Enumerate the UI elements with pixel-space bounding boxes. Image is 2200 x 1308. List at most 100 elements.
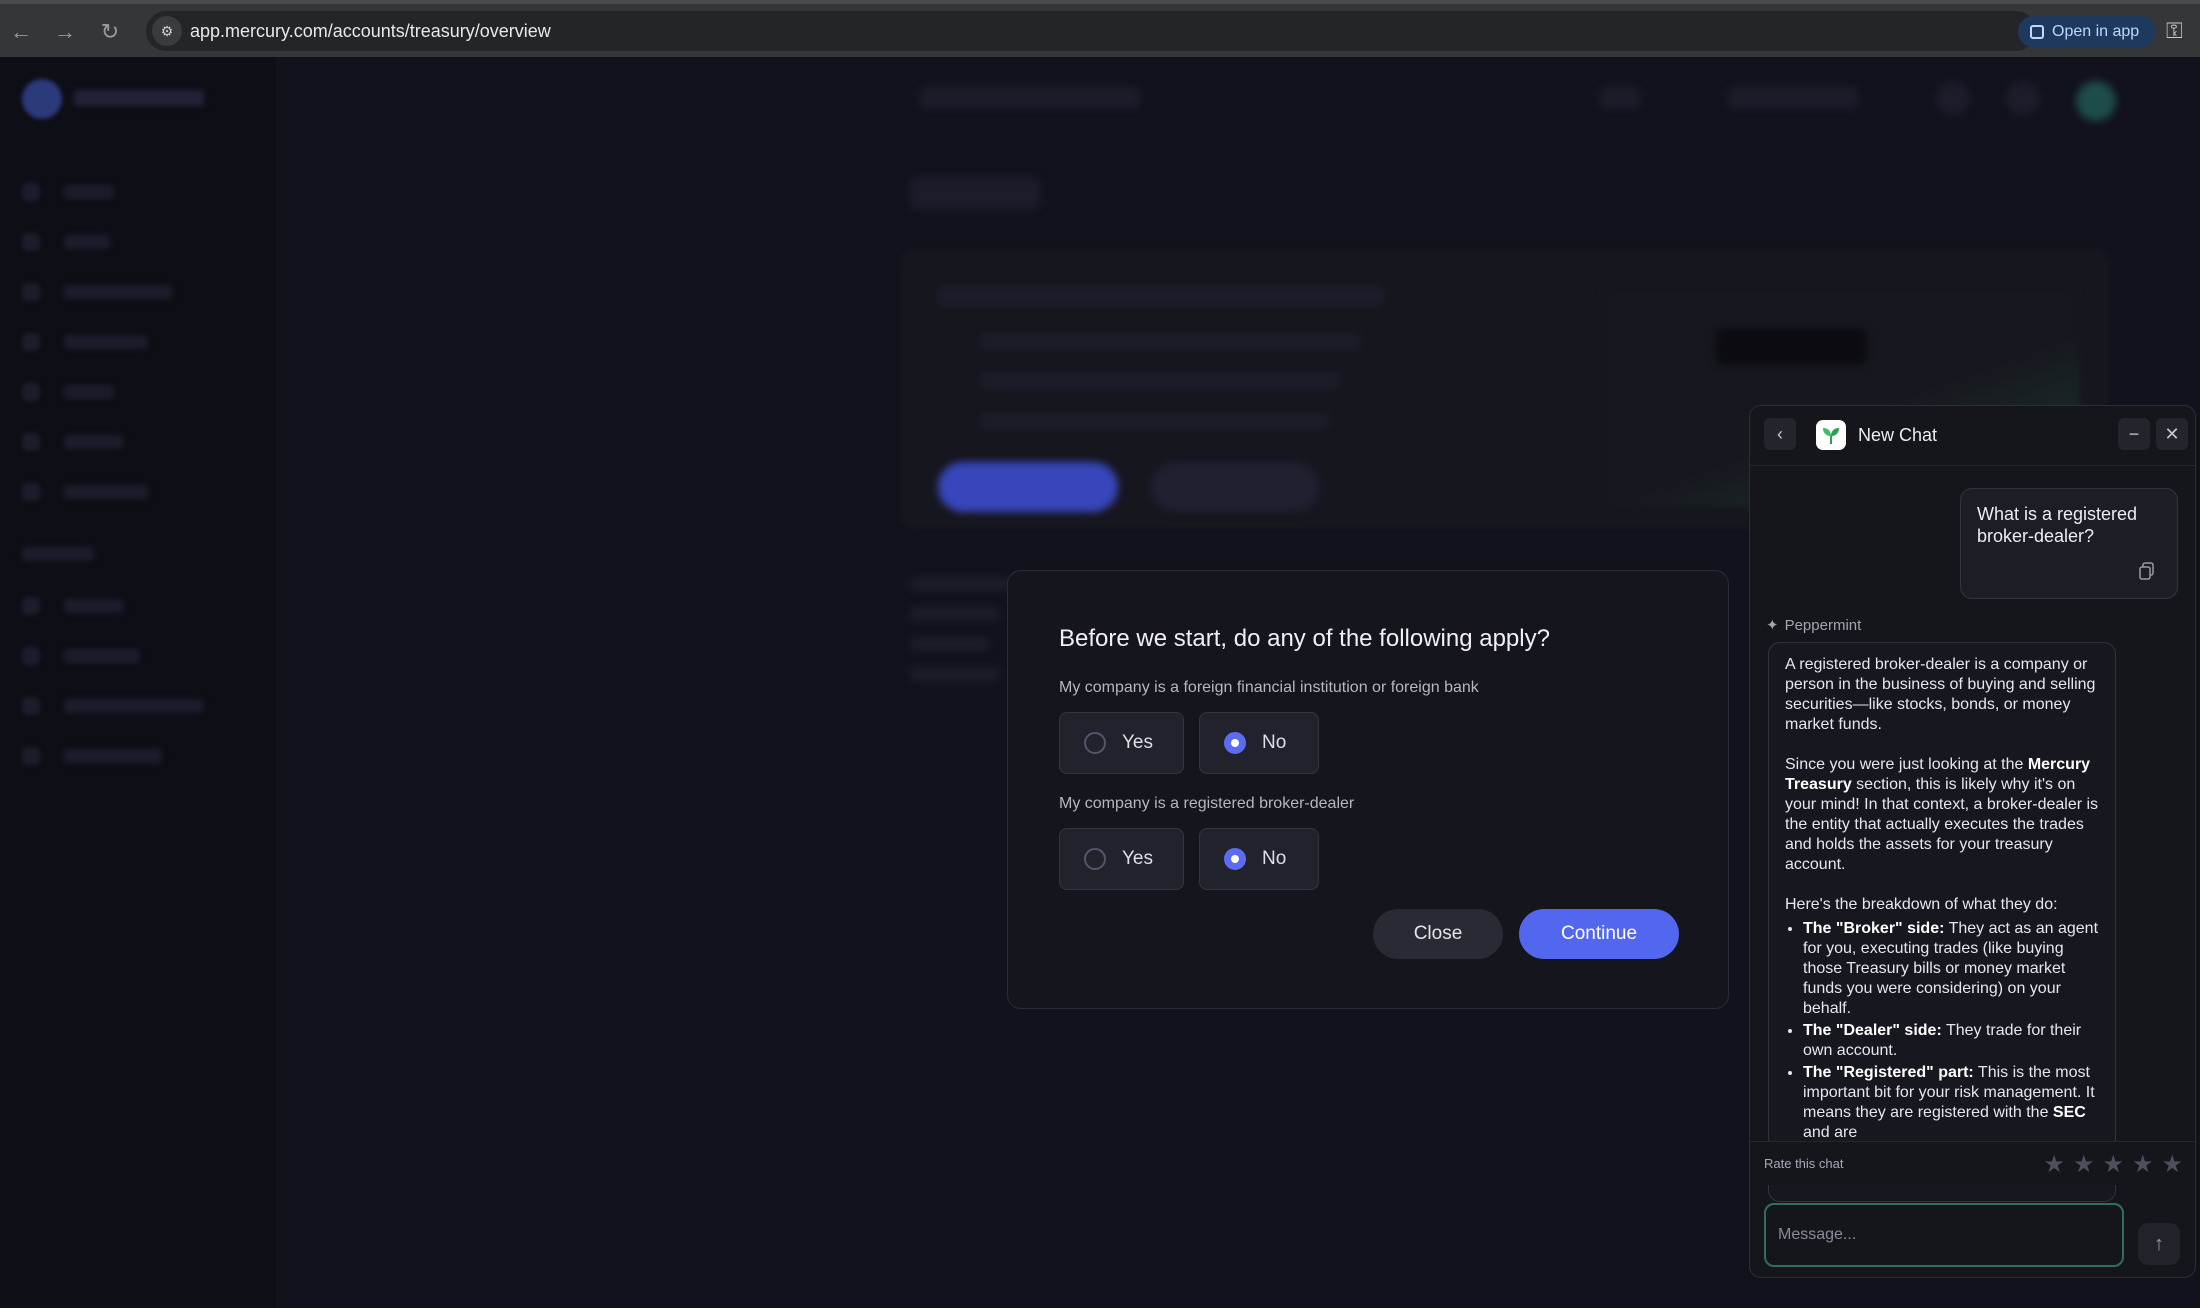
minimize-icon[interactable]: − [2118,418,2150,450]
bot-name: Peppermint [1784,616,1862,634]
sidebar-icon [22,433,40,451]
question-broker-dealer: My company is a registered broker-dealer [1059,795,1355,812]
user-message-text: What is a registered broker-dealer? [1977,504,2138,546]
org-logo [22,79,62,119]
foreign-institution-no-option[interactable]: No [1199,712,1319,774]
sidebar-icon [22,697,40,715]
list-item: The "Registered" part: This is the most … [1803,1063,2099,1143]
eligibility-modal: Before we start, do any of the following… [1007,570,1729,1009]
sidebar-icon [22,483,40,501]
text-run: Since you were just looking at the [1785,756,2028,773]
card-primary-button-placeholder [938,462,1118,512]
key-icon[interactable]: ⚿ [2166,18,2183,44]
card-heading-placeholder [938,285,1384,307]
sidebar-item [64,235,110,249]
copy-icon[interactable] [2139,562,2155,580]
bot-paragraph: A registered broker-dealer is a company … [1785,656,2096,733]
send-arrow-icon[interactable]: ↑ [2138,1223,2180,1265]
sidebar-item [64,649,140,663]
radio-checked[interactable] [1224,848,1246,870]
foreign-institution-yes-option[interactable]: Yes [1059,712,1184,774]
chevron-left-icon[interactable]: ‹ [1764,418,1796,450]
close-button[interactable]: Close [1373,909,1503,959]
bold-run: The "Registered" part: [1803,1064,1974,1081]
card-line-placeholder [980,373,1340,389]
broker-dealer-yes-option[interactable]: Yes [1059,828,1184,890]
text-run: and are [1803,1124,1858,1141]
radio-unchecked[interactable] [1084,848,1106,870]
sidebar-item [64,185,114,199]
reload-icon[interactable]: ↻ [98,19,122,44]
section-placeholder [910,637,990,651]
open-in-app-label: Open in app [2052,22,2140,40]
org-name-placeholder [74,90,204,106]
option-label: No [1262,732,1287,753]
sidebar-icon [22,233,40,251]
sidebar-icon [22,283,40,301]
page-title-placeholder [910,177,1040,209]
sidebar-item [64,285,172,299]
sidebar-item [64,749,162,763]
sidebar-item [64,699,204,713]
radio-checked[interactable] [1224,732,1246,754]
star-icon[interactable]: ★ [2161,1150,2183,1179]
rating-bar: Rate this chat ★ ★ ★ ★ ★ [1750,1141,2195,1185]
sidebar-section-label [22,547,94,561]
question-foreign-institution: My company is a foreign financial instit… [1059,679,1479,696]
open-in-app-button[interactable]: Open in app [2018,16,2156,47]
continue-button[interactable]: Continue [1519,909,1679,959]
peppermint-logo-icon [1816,420,1846,450]
header-placeholder [1600,87,1640,109]
browser-toolbar: ← → ↻ ⚙ app.mercury.com/accounts/treasur… [0,0,2200,57]
bold-run: The "Dealer" side: [1803,1022,1942,1039]
sidebar-icon [22,333,40,351]
sidebar-icon [22,383,40,401]
avatar [2076,81,2116,121]
url-text[interactable]: app.mercury.com/accounts/treasury/overvi… [190,21,551,42]
bot-paragraph: Here's the breakdown of what they do: [1785,896,2058,913]
chart-tooltip-placeholder [1716,329,1866,365]
modal-title: Before we start, do any of the following… [1059,625,1550,652]
star-icon[interactable]: ★ [2102,1150,2124,1179]
list-item: The "Dealer" side: They trade for their … [1803,1021,2099,1061]
broker-dealer-no-option[interactable]: No [1199,828,1319,890]
option-label: Yes [1122,848,1153,869]
star-icon[interactable]: ★ [2132,1150,2154,1179]
star-rating: ★ ★ ★ ★ ★ [2043,1150,2183,1179]
sidebar-item [64,435,124,449]
bold-run: The "Broker" side: [1803,920,1945,937]
bot-bullet-list: The "Broker" side: They act as an agent … [1785,919,2099,1143]
sidebar-icon [22,647,40,665]
site-settings-icon[interactable]: ⚙ [152,16,182,46]
bot-paragraph: Since you were just looking at the Mercu… [1785,755,2099,875]
message-input[interactable] [1764,1203,2124,1267]
section-placeholder [910,577,1010,591]
star-icon[interactable]: ★ [2073,1150,2095,1179]
header-icon-placeholder [2006,81,2040,115]
user-message: What is a registered broker-dealer? [1960,488,2178,599]
back-icon[interactable]: ← [9,19,33,44]
section-placeholder [910,667,1000,681]
sidebar-item [64,385,114,399]
radio-unchecked[interactable] [1084,732,1106,754]
chat-panel: ‹ New Chat − ✕ What is a registered brok… [1749,405,2196,1278]
option-label: Yes [1122,732,1153,753]
chat-header: ‹ New Chat − ✕ [1750,406,2195,466]
bot-sender: ✦ Peppermint [1766,616,1862,635]
forward-icon[interactable]: → [53,19,77,44]
sidebar-icon [22,747,40,765]
app-window-icon [2030,24,2044,39]
address-bar[interactable]: ⚙ app.mercury.com/accounts/treasury/over… [146,11,2036,51]
sidebar-item [64,485,148,499]
close-icon[interactable]: ✕ [2156,418,2188,450]
bold-run: SEC [2052,1104,2086,1121]
search-placeholder [920,87,1140,109]
option-label: No [1262,848,1287,869]
star-icon[interactable]: ★ [2043,1150,2065,1179]
list-item: The "Broker" side: They act as an agent … [1803,919,2099,1019]
card-secondary-button-placeholder [1150,462,1320,512]
section-placeholder [910,607,1000,621]
sidebar-item [64,599,124,613]
card-line-placeholder [980,413,1330,429]
sidebar [0,57,276,1308]
